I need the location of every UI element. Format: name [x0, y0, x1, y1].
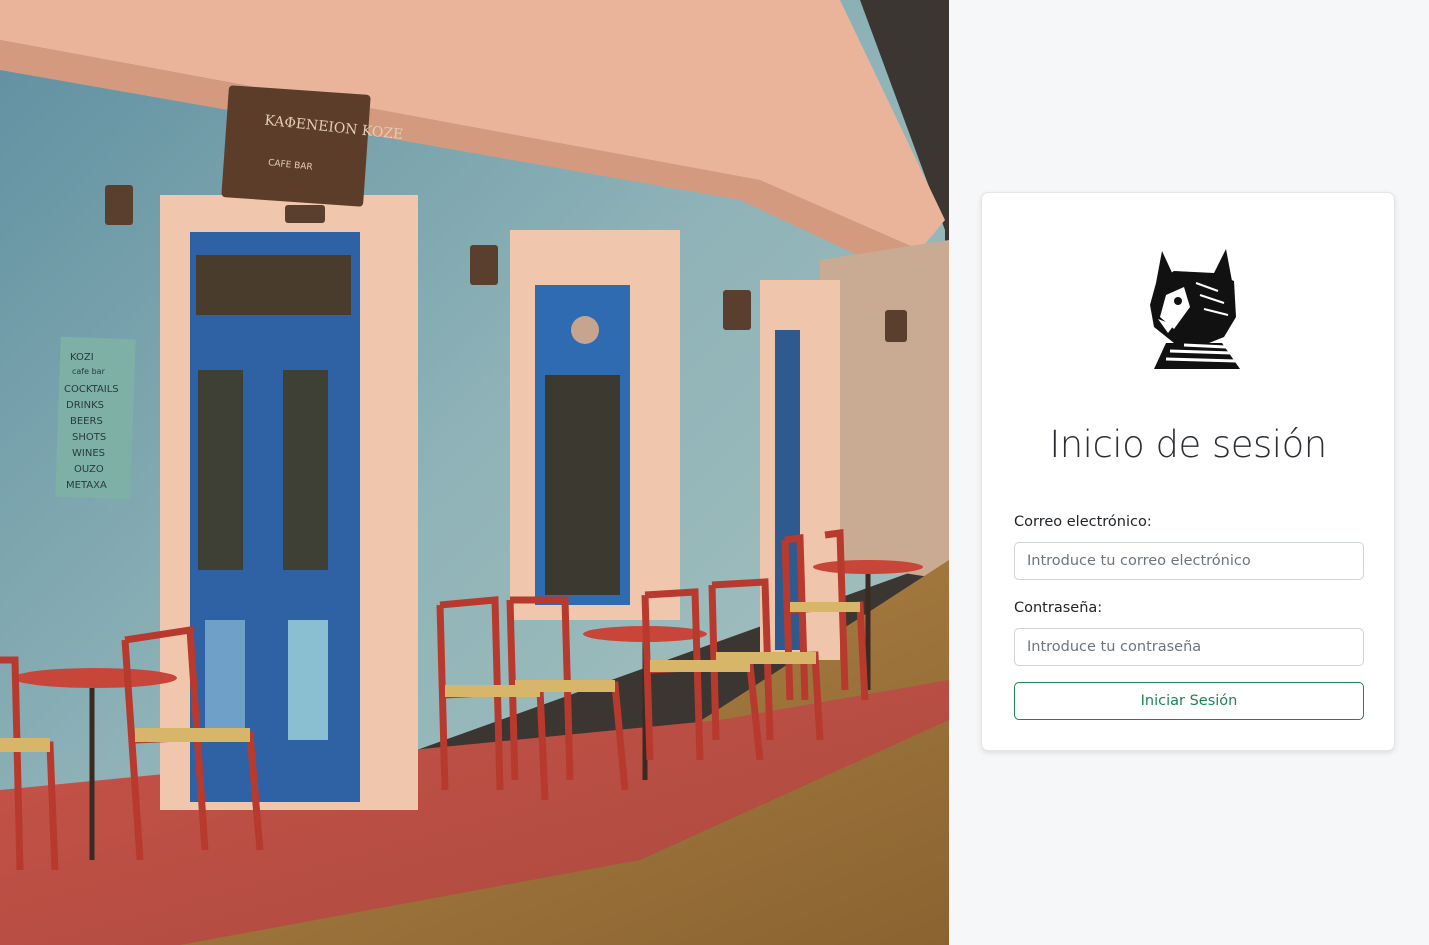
- menu-line: BEERS: [70, 416, 103, 427]
- login-side-panel: Inicio de sesión Correo electrónico: Con…: [949, 0, 1429, 945]
- menu-line: COCKTAILS: [64, 384, 119, 395]
- login-title: Inicio de sesión: [1049, 423, 1327, 466]
- menu-line: SHOTS: [72, 432, 106, 443]
- menu-line: OUZO: [74, 464, 104, 475]
- password-field[interactable]: [1014, 628, 1364, 666]
- login-card: Inicio de sesión Correo electrónico: Con…: [981, 192, 1395, 751]
- email-field[interactable]: [1014, 542, 1364, 580]
- hero-photo: KAΦENEION KOZE CAFE BAR KOZI cafe bar CO…: [0, 0, 949, 945]
- menu-line: cafe bar: [72, 367, 106, 376]
- menu-line: DRINKS: [66, 400, 104, 411]
- cafe-facade-image: KAΦENEION KOZE CAFE BAR KOZI cafe bar CO…: [0, 0, 949, 945]
- login-page: KAΦENEION KOZE CAFE BAR KOZI cafe bar CO…: [0, 0, 1429, 945]
- login-submit-button[interactable]: Iniciar Sesión: [1014, 682, 1364, 720]
- lynx-logo-icon: [1150, 249, 1240, 369]
- email-label: Correo electrónico:: [1014, 514, 1152, 530]
- menu-line: METAXA: [66, 480, 107, 491]
- menu-line: KOZI: [70, 352, 94, 363]
- menu-line: WINES: [72, 448, 105, 459]
- password-label: Contraseña:: [1014, 600, 1103, 616]
